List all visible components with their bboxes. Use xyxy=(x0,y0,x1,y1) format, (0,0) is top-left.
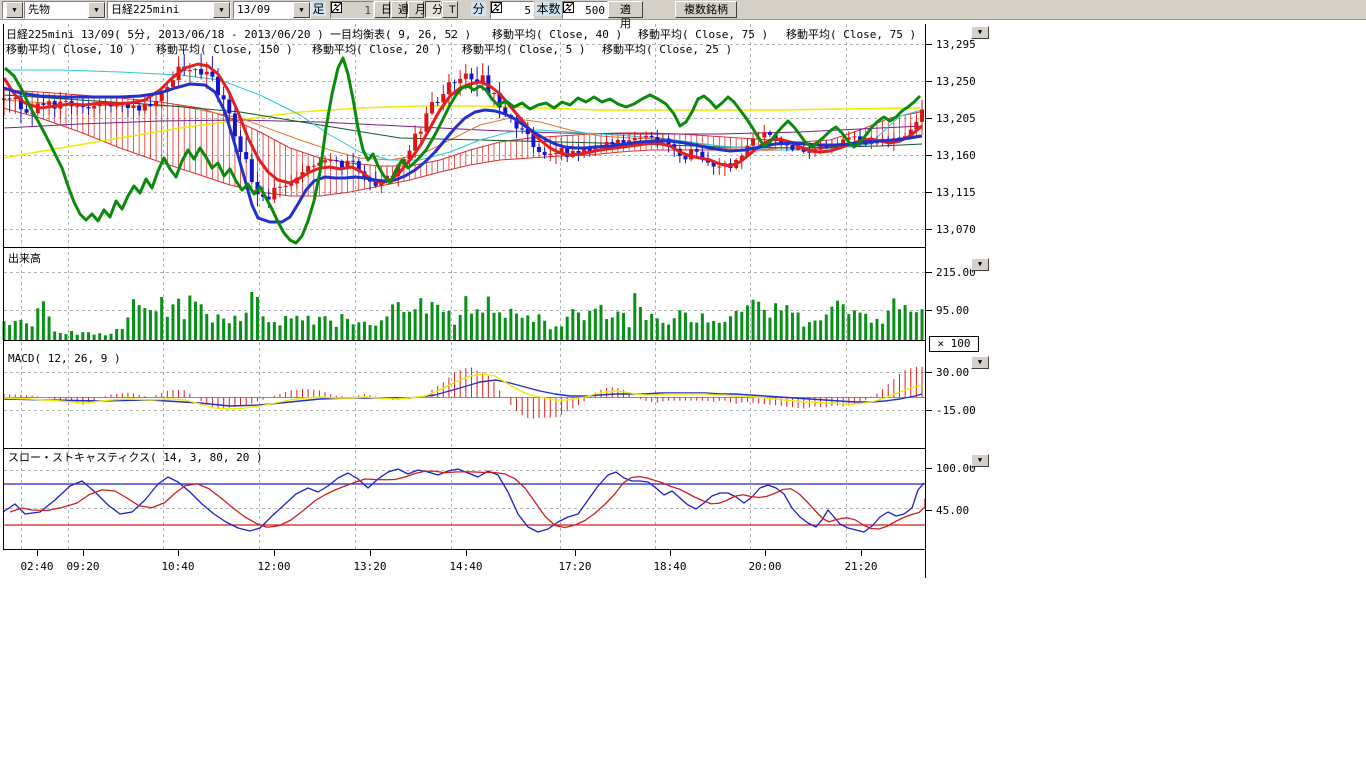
price-axis-label: 215.00 xyxy=(936,266,976,279)
legend-item: 移動平均( Close, 5 ) xyxy=(462,41,585,57)
legend-item: 移動平均( Close, 75 ) xyxy=(786,26,916,42)
time-axis-label: 21:20 xyxy=(843,560,879,573)
time-axis-label: 12:00 xyxy=(256,560,292,573)
legend-item: 移動平均( Close, 20 ) xyxy=(312,41,442,57)
price-axis-label: 45.00 xyxy=(936,504,969,517)
panel-settings-dropdown[interactable]: ▼ xyxy=(971,454,989,467)
panel-settings-dropdown[interactable]: ▼ xyxy=(971,26,989,39)
time-axis-label: 10:40 xyxy=(160,560,196,573)
time-axis-label: 14:40 xyxy=(448,560,484,573)
price-axis-label: 13,250 xyxy=(936,75,976,88)
time-axis-label: 20:00 xyxy=(747,560,783,573)
legend-item: 移動平均( Close, 75 ) xyxy=(638,26,768,42)
price-axis-label: 30.00 xyxy=(936,366,969,379)
price-axis-label: 13,205 xyxy=(936,112,976,125)
price-axis-label: 13,070 xyxy=(936,223,976,236)
time-axis-label: 13:20 xyxy=(352,560,388,573)
macd-panel-title: MACD( 12, 26, 9 ) xyxy=(8,353,121,365)
price-axis-label: 100.00 xyxy=(936,462,976,475)
legend-item: 移動平均( Close, 40 ) xyxy=(492,26,622,42)
stoch-panel-title: スロー・ストキャスティクス( 14, 3, 80, 20 ) xyxy=(8,452,263,464)
legend-item: 移動平均( Close, 150 ) xyxy=(156,41,293,57)
legend-item: 移動平均( Close, 25 ) xyxy=(602,41,732,57)
panel-settings-dropdown[interactable]: ▼ xyxy=(971,356,989,369)
panel-settings-dropdown[interactable]: ▼ xyxy=(971,258,989,271)
volume-multiplier-badge: × 100 xyxy=(929,336,979,352)
price-axis-label: 95.00 xyxy=(936,304,969,317)
price-axis-label: 13,115 xyxy=(936,186,976,199)
trading-chart-app: ▼ 先物 ▼ 日経225mini ▼ 13/09 ▼ 足 1 日 週 月 分 T… xyxy=(0,0,1366,768)
time-axis-label: 17:20 xyxy=(557,560,593,573)
price-axis-label: 13,160 xyxy=(936,149,976,162)
chart-canvas[interactable] xyxy=(0,0,1366,768)
time-axis-label: 02:40 xyxy=(19,560,55,573)
price-axis-label: -15.00 xyxy=(936,404,976,417)
legend-item: 移動平均( Close, 10 ) xyxy=(6,41,136,57)
legend-item: 日経225mini 13/09( 5分, 2013/06/18 - 2013/0… xyxy=(6,26,324,42)
time-axis-label: 09:20 xyxy=(65,560,101,573)
volume-panel-title: 出来高 xyxy=(8,253,41,265)
price-axis-label: 13,295 xyxy=(936,38,976,51)
legend-item: 一目均衡表( 9, 26, 52 ) xyxy=(330,26,471,42)
time-axis-label: 18:40 xyxy=(652,560,688,573)
